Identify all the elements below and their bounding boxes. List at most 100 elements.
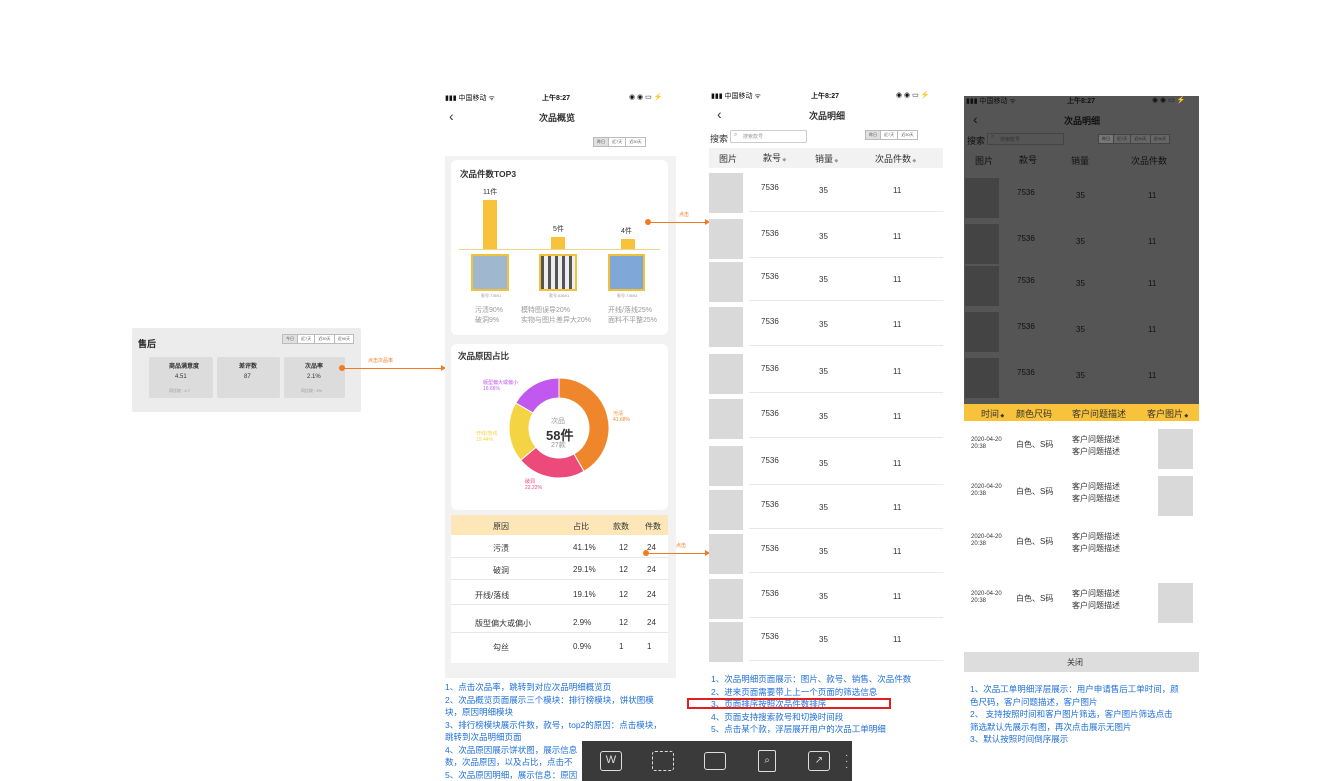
tab-7days[interactable]: 近7天 — [1114, 135, 1132, 143]
table-header — [451, 515, 668, 535]
rank1-bar — [483, 200, 497, 250]
table-cell: 29.1% — [573, 565, 596, 574]
satisfaction-metric[interactable]: 商品满意度 4.51 同比较 : 4.7 — [149, 357, 213, 398]
product-thumbnail[interactable] — [965, 358, 999, 398]
note-line: 4、页面支持搜索款号和切换时间段 — [711, 711, 844, 722]
code-cell: 7536 — [761, 272, 779, 281]
sales-cell: 35 — [819, 367, 828, 376]
table-cell: 勾丝 — [493, 643, 509, 652]
filter-header-images[interactable]: 客户图片 ◆ — [1147, 407, 1188, 420]
file-search-icon[interactable]: ⌕ — [758, 750, 776, 772]
product-image — [608, 254, 645, 291]
product-thumbnail[interactable] — [965, 178, 999, 218]
product-thumbnail[interactable] — [965, 224, 999, 264]
customer-image[interactable] — [1158, 476, 1193, 516]
sales-cell: 35 — [1076, 371, 1085, 380]
slice-label: 开线/落线 19.44% — [476, 431, 498, 443]
status-carrier: ▮▮▮ 中国移动 ᯤ — [445, 95, 495, 102]
tab-7days[interactable]: 近7天 — [881, 131, 899, 139]
tab-today[interactable]: 今日 — [283, 335, 298, 343]
negative-review-metric[interactable]: 差评数 87 — [217, 357, 280, 398]
table-cell: 24 — [647, 618, 656, 627]
sales-cell: 35 — [1076, 237, 1085, 246]
tab-30days[interactable]: 近30天 — [898, 131, 916, 139]
product-thumbnail[interactable] — [709, 446, 743, 486]
reason-pie-card: 次品原因占比 次品 58件 27款 污渍 41.68% 破洞 22.22% 开线/落… — [451, 344, 668, 510]
product-thumbnail[interactable] — [709, 622, 743, 662]
tab-yesterday[interactable]: 昨日 — [866, 131, 881, 139]
sales-cell: 35 — [819, 412, 828, 421]
product-thumbnail[interactable] — [709, 307, 743, 347]
code-cell: 7536 — [1017, 368, 1035, 377]
top3-card[interactable]: 次品件数TOP3 11件 5件 4件 款号:73691 款号:83691 款号:… — [451, 160, 668, 335]
tab-90days[interactable]: 近90天 — [1151, 135, 1169, 143]
highlight-box — [687, 698, 891, 709]
note-line: 2、次品概览页面展示三个模块：排行榜模块，饼状图模 — [445, 694, 654, 705]
sales-cell: 35 — [819, 503, 828, 512]
tab-yesterday[interactable]: 昨日 — [594, 138, 609, 146]
code-cell: 7536 — [761, 317, 779, 326]
product-thumbnail[interactable] — [709, 534, 743, 574]
status-battery-icon: ◉ ◉ ▭ ⚡ — [629, 94, 663, 101]
close-button[interactable]: 关闭 — [964, 652, 1199, 672]
period-tabs[interactable]: 昨日 近7天 近30天 — [593, 137, 646, 147]
product-thumbnail[interactable] — [709, 173, 743, 213]
col-header: 客户问题描述 — [1072, 409, 1127, 419]
reason-table[interactable]: 原因 占比 款数 件数 污渍 41.1% 12 24 破洞 29.1% 12 24 开线/落线 1… — [451, 515, 668, 663]
status-time: 上午8:27 — [542, 95, 571, 102]
back-icon[interactable]: ‹ — [973, 111, 978, 127]
tab-yesterday[interactable]: 昨日 — [1099, 135, 1114, 143]
search-input[interactable]: ⌕ 搜索款号 — [730, 130, 807, 143]
sort-header-defects[interactable]: 次品件数 ◆ — [875, 152, 916, 165]
search-label: 搜索 — [710, 134, 729, 144]
product-thumbnail[interactable] — [709, 399, 743, 439]
text-recognize-icon[interactable]: W — [600, 751, 622, 771]
product-thumbnail[interactable] — [965, 312, 999, 352]
scan-icon[interactable] — [652, 751, 674, 771]
period-tabs[interactable]: 昨日 近7天 近30天 — [865, 130, 918, 140]
product-thumbnail[interactable] — [709, 219, 743, 259]
product-thumbnail[interactable] — [709, 354, 743, 394]
row-divider — [749, 437, 943, 438]
product-thumbnail[interactable] — [709, 490, 743, 530]
period-tabs[interactable]: 昨日 近7天 近30天 近90天 — [1098, 134, 1171, 144]
search-input[interactable]: ⌕ 搜索款号 — [987, 133, 1064, 145]
note-line: 色尺码，客户问题描述，客户图片 — [970, 696, 1098, 707]
sort-header-code[interactable]: 款号 ◆ — [763, 151, 786, 164]
back-icon[interactable]: ‹ — [717, 106, 722, 122]
copy-icon[interactable]: ↗ — [808, 751, 830, 771]
aftersales-period-tabs[interactable]: 今日 近7天 近30天 近90天 — [282, 334, 355, 344]
sales-cell: 35 — [819, 275, 828, 284]
row-divider — [749, 660, 943, 661]
product-thumbnail[interactable] — [965, 266, 999, 306]
desc-cell: 客户问题描述 — [1072, 532, 1120, 541]
tab-7days[interactable]: 近7天 — [609, 138, 627, 146]
sort-header-time[interactable]: 时间 ◆ — [981, 407, 1004, 420]
sort-header-sales[interactable]: 销量 ◆ — [815, 152, 838, 165]
back-icon[interactable]: ‹ — [449, 108, 454, 124]
tab-90days[interactable]: 近90天 — [335, 335, 353, 343]
customer-image[interactable] — [1158, 429, 1193, 469]
defect-rate-metric[interactable]: 次品率 2.1% 同比较 : 2% — [284, 357, 345, 398]
product-thumbnail[interactable] — [709, 262, 743, 302]
status-carrier: ▮▮▮ 中国移动 ᯤ — [966, 98, 1016, 105]
arrow-label: 点击次品率 — [368, 358, 394, 364]
table-cell: 版型偏大或偏小 — [475, 619, 531, 628]
tab-30days[interactable]: 近30天 — [315, 335, 335, 343]
desc-cell: 客户问题描述 — [1072, 601, 1120, 610]
code-cell: 7536 — [1017, 234, 1035, 243]
more-icon[interactable]: · · · — [845, 751, 848, 773]
customer-image[interactable] — [1158, 583, 1193, 623]
table-cell: 24 — [647, 590, 656, 599]
tab-30days[interactable]: 近30天 — [626, 138, 644, 146]
table-cell: 12 — [619, 565, 628, 574]
reason-text: 实物与图片差异大20% — [521, 317, 592, 324]
product-thumbnail[interactable] — [709, 579, 743, 619]
date-cell: 2020-04-20 — [971, 437, 1002, 443]
tab-7days[interactable]: 近7天 — [298, 335, 316, 343]
metric-value: 2.1% — [307, 374, 321, 380]
print-icon[interactable] — [704, 752, 726, 770]
note-line: 3、排行榜模块展示件数，款号，top2的原因：点击模块， — [445, 719, 662, 730]
row-divider — [451, 604, 668, 605]
tab-30days[interactable]: 近30天 — [1131, 135, 1151, 143]
